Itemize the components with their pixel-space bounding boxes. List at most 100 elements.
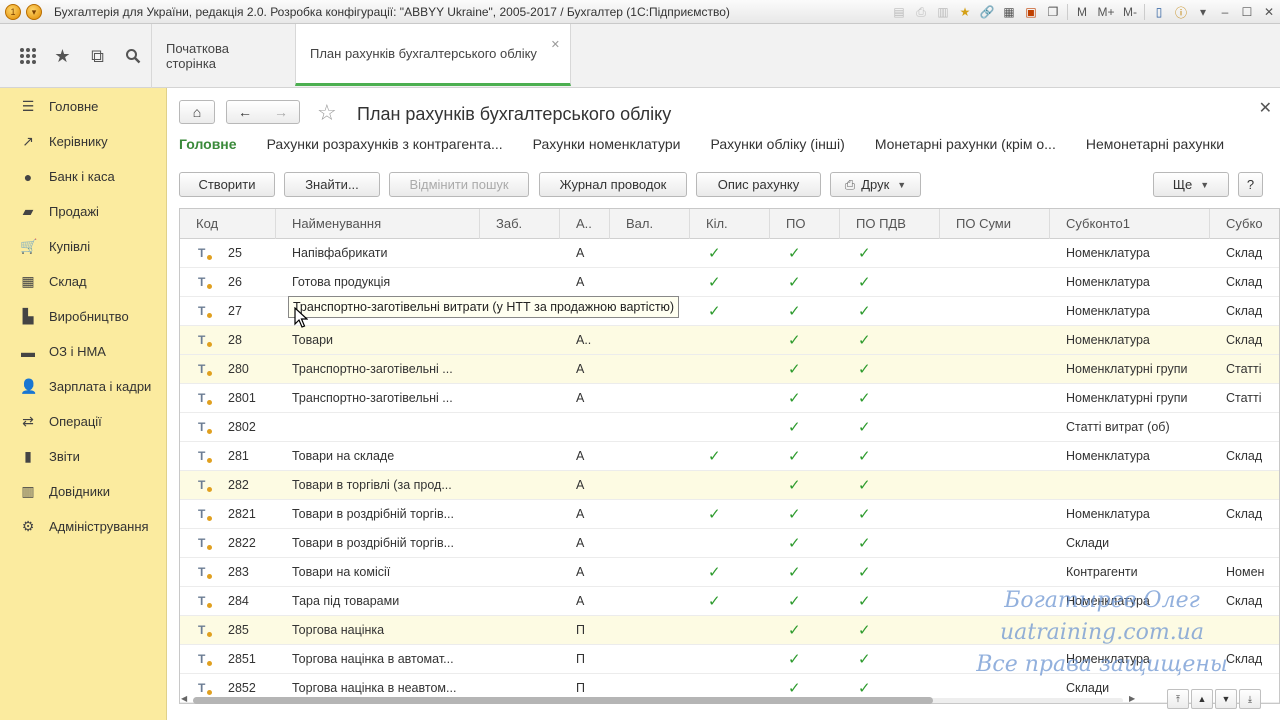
sidebar-item-operations[interactable]: ⇄ Операції [0, 404, 166, 439]
table-row[interactable]: T 283 Товари на комісії А Контрагенти Номен ✓ ✓… [180, 558, 1279, 587]
panels-icon[interactable]: ▯ [1148, 1, 1170, 23]
account-icon: T [198, 362, 212, 376]
link-icon[interactable]: 🔗 [976, 1, 998, 23]
first-row-icon[interactable]: ⤒ [1167, 689, 1189, 709]
forward-arrow-icon[interactable]: → [274, 104, 288, 120]
find-button[interactable]: Знайти... [284, 172, 380, 197]
cell-subconto2: Склад [1226, 304, 1263, 318]
table-row[interactable]: T 2801 Транспортно-заготівельні ... А Номенк… [180, 384, 1279, 413]
memory-minus-button[interactable]: M- [1119, 1, 1141, 23]
col-code[interactable]: Код [180, 209, 276, 239]
create-button[interactable]: Створити [179, 172, 275, 197]
history-icon[interactable]: ⧉ [80, 38, 115, 74]
sidebar-item-assets[interactable]: ▬ ОЗ і НМА [0, 334, 166, 369]
cell-name: Транспортно-заготівельні ... [292, 391, 453, 405]
subnav-main[interactable]: Головне [179, 136, 237, 158]
prev-row-icon[interactable]: ▲ [1191, 689, 1213, 709]
favorite-star-icon[interactable]: ☆ [317, 100, 337, 126]
subnav-other-accounts[interactable]: Рахунки обліку (інші) [710, 136, 844, 158]
sidebar-item-production[interactable]: ▙ Виробництво [0, 299, 166, 334]
help-button[interactable]: ? [1238, 172, 1263, 197]
sidebar-item-manager[interactable]: ↗ Керівнику [0, 124, 166, 159]
subnav-counterparty-accounts[interactable]: Рахунки розрахунків з контрагента... [267, 136, 503, 158]
col-po-sums[interactable]: ПО Суми [940, 209, 1050, 239]
col-quantity[interactable]: Кіл. [690, 209, 770, 239]
cancel-search-button[interactable]: Відмінити пошук [389, 172, 529, 197]
calculator-icon[interactable]: ▦ [998, 1, 1020, 23]
table-row[interactable]: T 25 Напівфабрикати А Номенклатура Склад ✓ ✓ ✓ [180, 239, 1279, 268]
minimize-icon[interactable]: – [1214, 1, 1236, 23]
scroll-right-icon[interactable]: ▶ [1129, 694, 1135, 703]
col-currency[interactable]: Вал. [610, 209, 690, 239]
col-po-vat[interactable]: ПО ПДВ [840, 209, 940, 239]
check-icon: ✓ [708, 303, 721, 320]
favorites-icon[interactable]: ★ [954, 1, 976, 23]
search-icon[interactable] [115, 38, 150, 74]
tab-home[interactable]: Початкова сторінка [151, 24, 295, 88]
sidebar-item-bank[interactable]: ● Банк і каса [0, 159, 166, 194]
last-row-icon[interactable]: ⤓ [1239, 689, 1261, 709]
cell-subconto1: Номенклатурні групи [1066, 391, 1188, 405]
check-icon: ✓ [858, 274, 871, 291]
horizontal-scrollbar[interactable]: ◀ ▶ [179, 694, 1139, 706]
info-icon[interactable]: ⓘ [1170, 1, 1192, 23]
home-button[interactable]: ⌂ [179, 100, 215, 124]
back-arrow-icon[interactable]: ← [238, 104, 252, 120]
table-row[interactable]: T 2822 Товари в роздрібній торгів... А Склад… [180, 529, 1279, 558]
scroll-left-icon[interactable]: ◀ [181, 694, 187, 703]
sidebar-item-main[interactable]: ☰ Головне [0, 89, 166, 124]
copy-icon[interactable]: ❐ [1042, 1, 1064, 23]
calendar-icon[interactable]: ▣ [1020, 1, 1042, 23]
table-row[interactable]: T 282 Товари в торгівлі (за прод... А ✓ ✓ [180, 471, 1279, 500]
account-icon: T [198, 623, 212, 637]
table-row[interactable]: T 28 Товари А.. Номенклатура Склад ✓ ✓ [180, 326, 1279, 355]
col-subconto1[interactable]: Субконто1 [1050, 209, 1210, 239]
preview-icon[interactable]: ▥ [932, 1, 954, 23]
table-row[interactable]: T 2802 Статті витрат (об) ✓ ✓ [180, 413, 1279, 442]
sidebar-item-purchases[interactable]: 🛒 Купівлі [0, 229, 166, 264]
journal-button[interactable]: Журнал проводок [539, 172, 687, 197]
subnav-nonmonetary-accounts[interactable]: Немонетарні рахунки [1086, 136, 1224, 158]
table-row[interactable]: T 280 Транспортно-заготівельні ... А Номенкл… [180, 355, 1279, 384]
save-icon[interactable]: ▤ [888, 1, 910, 23]
cell-subconto2: Склад [1226, 507, 1263, 521]
account-description-button[interactable]: Опис рахунку [696, 172, 821, 197]
subnav-monetary-accounts[interactable]: Монетарні рахунки (крім о... [875, 136, 1056, 158]
print-button[interactable]: ⎙ Друк ▼ [830, 172, 921, 197]
col-name[interactable]: Найменування [276, 209, 480, 239]
sidebar-item-label: Адміністрування [49, 519, 149, 534]
sidebar-item-salary[interactable]: 👤 Зарплата і кадри [0, 369, 166, 404]
close-form-icon[interactable]: ✕ [1259, 98, 1272, 118]
scroll-thumb[interactable] [193, 697, 933, 704]
sections-grid-icon[interactable] [10, 38, 45, 74]
table-row[interactable]: T 2821 Товари в роздрібній торгів... А Номен… [180, 500, 1279, 529]
maximize-icon[interactable]: ☐ [1236, 1, 1258, 23]
memory-plus-button[interactable]: M+ [1093, 1, 1119, 23]
chevron-down-icon[interactable]: ▾ [1192, 1, 1214, 23]
col-po[interactable]: ПО [770, 209, 840, 239]
table-row[interactable]: T 26 Готова продукція А Номенклатура Склад ✓ ✓ ✓ [180, 268, 1279, 297]
print-icon[interactable]: ⎙ [910, 1, 932, 23]
close-window-icon[interactable]: ✕ [1258, 1, 1280, 23]
col-off-balance[interactable]: Заб. [480, 209, 560, 239]
tab-chart-of-accounts[interactable]: План рахунків бухгалтерського обліку ✕ [295, 24, 571, 86]
col-type[interactable]: А.. [560, 209, 610, 239]
sidebar-item-admin[interactable]: ⚙ Адміністрування [0, 509, 166, 544]
sidebar-item-catalogs[interactable]: ▥ Довідники [0, 474, 166, 509]
table-row[interactable]: T 281 Товари на складе А Номенклатура Склад ✓ ✓… [180, 442, 1279, 471]
cell-type: А [576, 362, 585, 376]
check-icon: ✓ [858, 651, 871, 668]
next-row-icon[interactable]: ▼ [1215, 689, 1237, 709]
menu-dropdown-icon[interactable]: ▾ [26, 3, 42, 20]
star-icon[interactable]: ★ [45, 38, 80, 74]
cell-subconto2 [1226, 529, 1279, 558]
subnav-nomenclature-accounts[interactable]: Рахунки номенклатури [533, 136, 681, 158]
close-icon[interactable]: ✕ [551, 38, 560, 51]
memory-m-button[interactable]: M [1071, 1, 1093, 23]
sidebar-item-sales[interactable]: ▰ Продажі [0, 194, 166, 229]
sidebar-item-warehouse[interactable]: ▦ Склад [0, 264, 166, 299]
cell-type: А [576, 565, 585, 579]
col-subconto2[interactable]: Субко [1210, 209, 1279, 239]
more-button[interactable]: Ще ▼ [1153, 172, 1229, 197]
sidebar-item-reports[interactable]: ▮ Звіти [0, 439, 166, 474]
